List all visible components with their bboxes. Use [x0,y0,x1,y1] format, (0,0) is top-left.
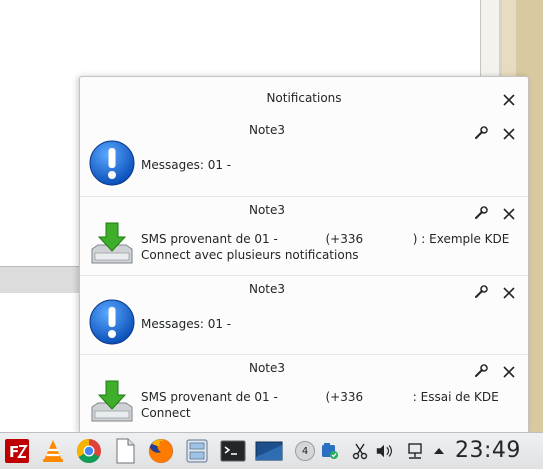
download-icon [88,219,136,267]
file-manager-icon [186,439,208,463]
notifications-popup: Notifications Note3 Messages: 01 - Note3… [79,76,529,433]
desktop-icon [255,441,283,461]
expand-tray-button[interactable] [430,442,448,460]
terminal-launcher[interactable] [218,436,248,466]
notification-text: SMS provenant de 01 - [141,232,278,246]
clock[interactable]: 23:49 [455,438,521,463]
show-desktop-launcher[interactable] [254,436,284,466]
notification-app-name: Note3 [248,203,286,217]
notification-body: Messages: 01 - [141,157,511,173]
chrome-icon [76,439,101,464]
popup-header: Notifications [80,77,528,117]
notification-text: : Essai de KDE [412,390,499,404]
wrench-icon [475,206,488,219]
notification-close-button[interactable] [501,206,517,222]
file-manager-launcher[interactable] [182,436,212,466]
notification-text: ) : Exemple KDE [412,232,510,246]
arrow-up-icon [434,448,444,454]
firefox-icon [148,439,173,463]
notification-close-button[interactable] [501,285,517,301]
close-icon [503,128,515,140]
notification-item: Note3 Messages: 01 - [80,117,528,196]
pager[interactable]: 4 [290,436,320,466]
notification-item: Note3 SMS provenant de 01 - [80,354,528,433]
document-launcher[interactable] [110,436,140,466]
chrome-launcher[interactable] [74,436,104,466]
network-tray[interactable] [406,442,424,460]
notification-body: SMS provenant de 01 - (+336 : Essai de K… [141,389,511,421]
notification-text: Connect avec plusieurs notifications [141,248,359,262]
notification-text: (+336 [325,390,364,404]
notification-text: Connect [141,406,191,420]
scissors-icon [352,443,368,460]
close-icon [503,366,515,378]
filezilla-icon: F [5,439,29,463]
notification-app-name: Note3 [248,361,286,375]
kdeconnect-icon [322,443,338,459]
notification-text: Messages: 01 - [141,158,232,172]
notification-app-name: Note3 [248,123,286,137]
wrench-icon [475,364,488,377]
notification-text: Messages: 01 - [141,317,232,331]
notification-text: (+336 [325,232,364,246]
volume-icon [376,444,392,458]
information-icon [88,298,136,346]
notification-item: Note3 SMS provenant de 01 - [80,196,528,276]
volume-tray[interactable] [375,442,393,460]
notification-settings-button[interactable] [473,205,489,221]
wrench-icon [475,285,488,298]
close-icon [503,287,515,299]
network-icon [408,443,422,459]
notification-settings-button[interactable] [473,363,489,379]
vlc-launcher[interactable] [38,436,68,466]
screenshot-tray[interactable] [351,442,369,460]
notification-text: SMS provenant de 01 - [141,390,278,404]
taskbar: F 4 23:49 [0,432,543,469]
document-icon [116,438,135,464]
notification-body: Messages: 01 - [141,316,511,332]
firefox-launcher[interactable] [146,436,176,466]
notification-close-button[interactable] [501,126,517,142]
notification-app-name: Note3 [248,282,286,296]
vlc-icon [43,440,63,462]
pager-badge: 4 [295,441,315,461]
background-scrollbar [0,266,80,293]
notification-settings-button[interactable] [473,125,489,141]
filezilla-launcher[interactable]: F [2,436,32,466]
popup-title: Notifications [266,91,342,105]
notification-settings-button[interactable] [473,284,489,300]
close-icon [503,208,515,220]
wrench-icon [475,126,488,139]
notification-item: Note3 Messages: 01 - [80,275,528,355]
notification-body: SMS provenant de 01 - (+336 ) : Exemple … [141,231,511,263]
close-popup-button[interactable] [501,92,517,108]
close-icon [503,94,515,106]
download-icon [88,377,136,425]
terminal-icon [220,440,246,462]
information-icon [88,139,136,187]
svg-text:F: F [9,443,19,461]
notification-close-button[interactable] [501,364,517,380]
kdeconnect-tray[interactable] [321,442,339,460]
